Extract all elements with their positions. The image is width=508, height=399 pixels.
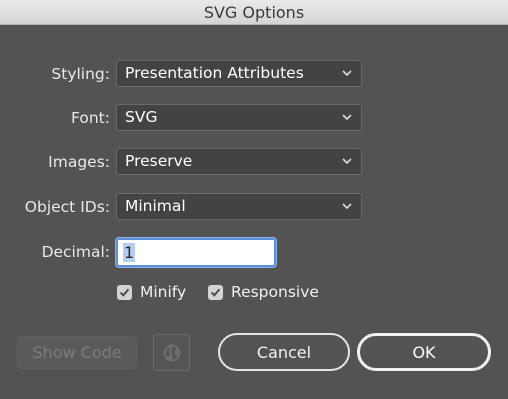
object-ids-value: Minimal [125,197,186,215]
chevron-down-icon [342,158,352,165]
font-label: Font: [71,109,110,127]
styling-row: Styling: Presentation Attributes [0,60,508,88]
ok-button[interactable]: OK [357,333,491,371]
minify-checkbox[interactable]: Minify [117,281,186,303]
svg-options-dialog: SVG Options Styling: Presentation Attrib… [0,0,508,399]
decimal-label: Decimal: [41,243,110,261]
chevron-down-icon [342,203,352,210]
title-bar[interactable]: SVG Options [0,0,508,25]
styling-label: Styling: [51,65,110,83]
cancel-button[interactable]: Cancel [218,333,350,371]
styling-value: Presentation Attributes [125,64,304,82]
font-select[interactable]: SVG [116,104,362,131]
globe-icon [163,344,180,361]
chevron-down-icon [342,114,352,121]
decimal-row: Decimal: 1 [0,238,508,267]
styling-select[interactable]: Presentation Attributes [116,60,362,87]
decimal-input[interactable]: 1 [116,238,276,267]
dialog-title: SVG Options [203,2,305,22]
checkbox-checked-icon [208,284,223,300]
object-ids-select[interactable]: Minimal [116,193,362,220]
globe-button[interactable] [153,334,190,371]
font-value: SVG [125,108,158,126]
checkbox-checked-icon [117,284,132,300]
font-row: Font: SVG [0,104,508,132]
minify-label: Minify [140,283,187,301]
object-ids-row: Object IDs: Minimal [0,193,508,221]
decimal-value: 1 [123,243,136,262]
options-checkboxes: Minify Responsive [0,281,508,309]
object-ids-label: Object IDs: [24,198,110,216]
show-code-button[interactable]: Show Code [17,336,137,369]
images-label: Images: [48,153,110,171]
images-row: Images: Preserve [0,148,508,176]
chevron-down-icon [342,70,352,77]
responsive-checkbox[interactable]: Responsive [208,281,319,303]
images-value: Preserve [125,152,193,170]
responsive-label: Responsive [231,283,319,301]
images-select[interactable]: Preserve [116,148,362,175]
